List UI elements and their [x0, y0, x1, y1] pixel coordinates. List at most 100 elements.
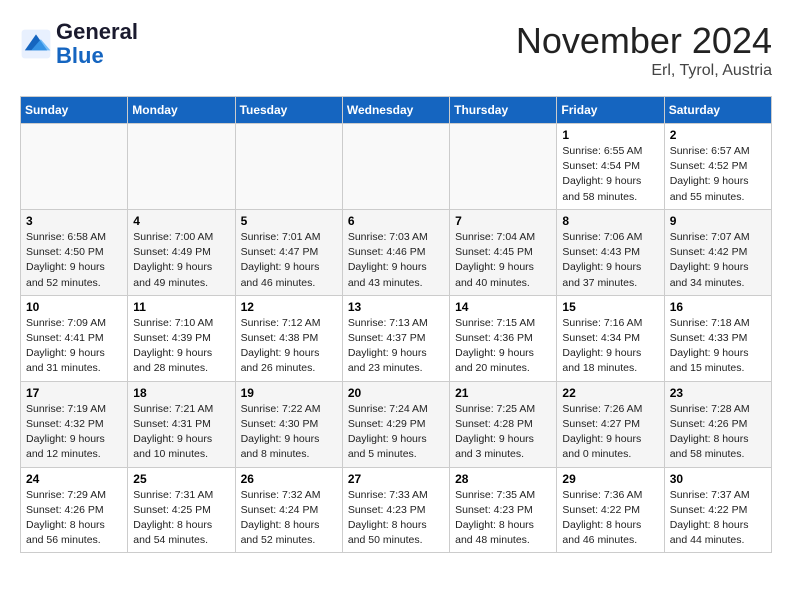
day-number: 29 — [562, 472, 658, 486]
month-title: November 2024 — [516, 20, 772, 62]
day-info: Sunrise: 7:04 AM Sunset: 4:45 PM Dayligh… — [455, 230, 551, 291]
calendar-cell: 6Sunrise: 7:03 AM Sunset: 4:46 PM Daylig… — [342, 209, 449, 295]
weekday-header-saturday: Saturday — [664, 97, 771, 124]
day-info: Sunrise: 7:33 AM Sunset: 4:23 PM Dayligh… — [348, 488, 444, 549]
calendar-cell: 13 Sunrise: 7:13 AM Sunset: 4:37 PM Dayli… — [342, 295, 449, 381]
calendar-cell: 12 Sunrise: 7:12 AM Sunset: 4:38 PM Dayli… — [235, 295, 342, 381]
day-number: 5 — [241, 214, 337, 228]
calendar-cell: 5Sunrise: 7:01 AM Sunset: 4:47 PM Daylig… — [235, 209, 342, 295]
logo-icon — [20, 28, 52, 60]
day-info: Sunrise: 7:29 AM Sunset: 4:26 PM Dayligh… — [26, 488, 122, 549]
day-info: Sunrise: 7:07 AM Sunset: 4:42 PM Dayligh… — [670, 230, 766, 291]
calendar-cell: 28 Sunrise: 7:35 AM Sunset: 4:23 PM Dayli… — [450, 467, 557, 553]
calendar-cell: 10Sunrise: 7:09 AM Sunset: 4:41 PM Dayli… — [21, 295, 128, 381]
day-info: Sunrise: 7:13 AM Sunset: 4:37 PM Dayligh… — [348, 316, 444, 377]
day-number: 28 — [455, 472, 551, 486]
calendar-cell: 20 Sunrise: 7:24 AM Sunset: 4:29 PM Dayli… — [342, 381, 449, 467]
day-info: Sunrise: 6:55 AM Sunset: 4:54 PM Dayligh… — [562, 144, 658, 205]
day-info: Sunrise: 7:16 AM Sunset: 4:34 PM Dayligh… — [562, 316, 658, 377]
day-info: Sunrise: 7:21 AM Sunset: 4:31 PM Dayligh… — [133, 402, 229, 463]
calendar-cell: 17 Sunrise: 7:19 AM Sunset: 4:32 PM Dayli… — [21, 381, 128, 467]
calendar-table: SundayMondayTuesdayWednesdayThursdayFrid… — [20, 96, 772, 553]
day-info: Sunrise: 7:24 AM Sunset: 4:29 PM Dayligh… — [348, 402, 444, 463]
day-number: 13 — [348, 300, 444, 314]
day-info: Sunrise: 7:09 AM Sunset: 4:41 PM Dayligh… — [26, 316, 122, 377]
day-info: Sunrise: 7:19 AM Sunset: 4:32 PM Dayligh… — [26, 402, 122, 463]
day-info: Sunrise: 6:57 AM Sunset: 4:52 PM Dayligh… — [670, 144, 766, 205]
calendar-week-4: 17 Sunrise: 7:19 AM Sunset: 4:32 PM Dayli… — [21, 381, 772, 467]
day-number: 27 — [348, 472, 444, 486]
day-number: 23 — [670, 386, 766, 400]
calendar-cell — [342, 124, 449, 210]
day-info: Sunrise: 6:58 AM Sunset: 4:50 PM Dayligh… — [26, 230, 122, 291]
weekday-header-wednesday: Wednesday — [342, 97, 449, 124]
calendar-cell: 16Sunrise: 7:18 AM Sunset: 4:33 PM Dayli… — [664, 295, 771, 381]
logo-general: General — [56, 20, 138, 44]
day-number: 12 — [241, 300, 337, 314]
day-number: 11 — [133, 300, 229, 314]
calendar-cell: 2 Sunrise: 6:57 AM Sunset: 4:52 PM Daylig… — [664, 124, 771, 210]
day-info: Sunrise: 7:36 AM Sunset: 4:22 PM Dayligh… — [562, 488, 658, 549]
calendar-cell: 9 Sunrise: 7:07 AM Sunset: 4:42 PM Daylig… — [664, 209, 771, 295]
day-info: Sunrise: 7:26 AM Sunset: 4:27 PM Dayligh… — [562, 402, 658, 463]
day-number: 30 — [670, 472, 766, 486]
day-info: Sunrise: 7:31 AM Sunset: 4:25 PM Dayligh… — [133, 488, 229, 549]
day-number: 1 — [562, 128, 658, 142]
calendar-cell: 26 Sunrise: 7:32 AM Sunset: 4:24 PM Dayli… — [235, 467, 342, 553]
calendar-cell: 7 Sunrise: 7:04 AM Sunset: 4:45 PM Daylig… — [450, 209, 557, 295]
calendar-cell — [235, 124, 342, 210]
calendar-cell: 4Sunrise: 7:00 AM Sunset: 4:49 PM Daylig… — [128, 209, 235, 295]
weekday-header-thursday: Thursday — [450, 97, 557, 124]
day-number: 3 — [26, 214, 122, 228]
day-info: Sunrise: 7:00 AM Sunset: 4:49 PM Dayligh… — [133, 230, 229, 291]
day-number: 24 — [26, 472, 122, 486]
day-number: 9 — [670, 214, 766, 228]
calendar-week-5: 24 Sunrise: 7:29 AM Sunset: 4:26 PM Dayli… — [21, 467, 772, 553]
calendar-cell: 15 Sunrise: 7:16 AM Sunset: 4:34 PM Dayli… — [557, 295, 664, 381]
day-info: Sunrise: 7:06 AM Sunset: 4:43 PM Dayligh… — [562, 230, 658, 291]
day-info: Sunrise: 7:15 AM Sunset: 4:36 PM Dayligh… — [455, 316, 551, 377]
day-number: 25 — [133, 472, 229, 486]
day-info: Sunrise: 7:37 AM Sunset: 4:22 PM Dayligh… — [670, 488, 766, 549]
day-info: Sunrise: 7:10 AM Sunset: 4:39 PM Dayligh… — [133, 316, 229, 377]
day-number: 15 — [562, 300, 658, 314]
calendar-cell: 19 Sunrise: 7:22 AM Sunset: 4:30 PM Dayli… — [235, 381, 342, 467]
calendar-cell: 24 Sunrise: 7:29 AM Sunset: 4:26 PM Dayli… — [21, 467, 128, 553]
day-number: 8 — [562, 214, 658, 228]
day-info: Sunrise: 7:28 AM Sunset: 4:26 PM Dayligh… — [670, 402, 766, 463]
calendar-cell: 29 Sunrise: 7:36 AM Sunset: 4:22 PM Dayli… — [557, 467, 664, 553]
location-title: Erl, Tyrol, Austria — [516, 62, 772, 80]
calendar-cell: 1 Sunrise: 6:55 AM Sunset: 4:54 PM Daylig… — [557, 124, 664, 210]
day-info: Sunrise: 7:32 AM Sunset: 4:24 PM Dayligh… — [241, 488, 337, 549]
calendar-cell: 23 Sunrise: 7:28 AM Sunset: 4:26 PM Dayli… — [664, 381, 771, 467]
day-number: 14 — [455, 300, 551, 314]
day-number: 18 — [133, 386, 229, 400]
day-info: Sunrise: 7:18 AM Sunset: 4:33 PM Dayligh… — [670, 316, 766, 377]
weekday-header-tuesday: Tuesday — [235, 97, 342, 124]
calendar-cell: 11 Sunrise: 7:10 AM Sunset: 4:39 PM Dayli… — [128, 295, 235, 381]
calendar-cell: 25 Sunrise: 7:31 AM Sunset: 4:25 PM Dayli… — [128, 467, 235, 553]
day-number: 2 — [670, 128, 766, 142]
day-number: 22 — [562, 386, 658, 400]
calendar-cell: 27 Sunrise: 7:33 AM Sunset: 4:23 PM Dayli… — [342, 467, 449, 553]
day-number: 19 — [241, 386, 337, 400]
calendar-cell — [128, 124, 235, 210]
day-number: 7 — [455, 214, 551, 228]
day-info: Sunrise: 7:22 AM Sunset: 4:30 PM Dayligh… — [241, 402, 337, 463]
day-info: Sunrise: 7:35 AM Sunset: 4:23 PM Dayligh… — [455, 488, 551, 549]
calendar-cell: 3 Sunrise: 6:58 AM Sunset: 4:50 PM Daylig… — [21, 209, 128, 295]
day-number: 21 — [455, 386, 551, 400]
day-info: Sunrise: 7:12 AM Sunset: 4:38 PM Dayligh… — [241, 316, 337, 377]
calendar-cell — [21, 124, 128, 210]
calendar-cell — [450, 124, 557, 210]
logo-blue: Blue — [56, 44, 138, 68]
day-number: 26 — [241, 472, 337, 486]
calendar-cell: 21Sunrise: 7:25 AM Sunset: 4:28 PM Dayli… — [450, 381, 557, 467]
day-number: 17 — [26, 386, 122, 400]
day-info: Sunrise: 7:03 AM Sunset: 4:46 PM Dayligh… — [348, 230, 444, 291]
weekday-header-sunday: Sunday — [21, 97, 128, 124]
calendar-cell: 14 Sunrise: 7:15 AM Sunset: 4:36 PM Dayli… — [450, 295, 557, 381]
weekday-header-monday: Monday — [128, 97, 235, 124]
calendar-cell: 18 Sunrise: 7:21 AM Sunset: 4:31 PM Dayli… — [128, 381, 235, 467]
day-number: 20 — [348, 386, 444, 400]
